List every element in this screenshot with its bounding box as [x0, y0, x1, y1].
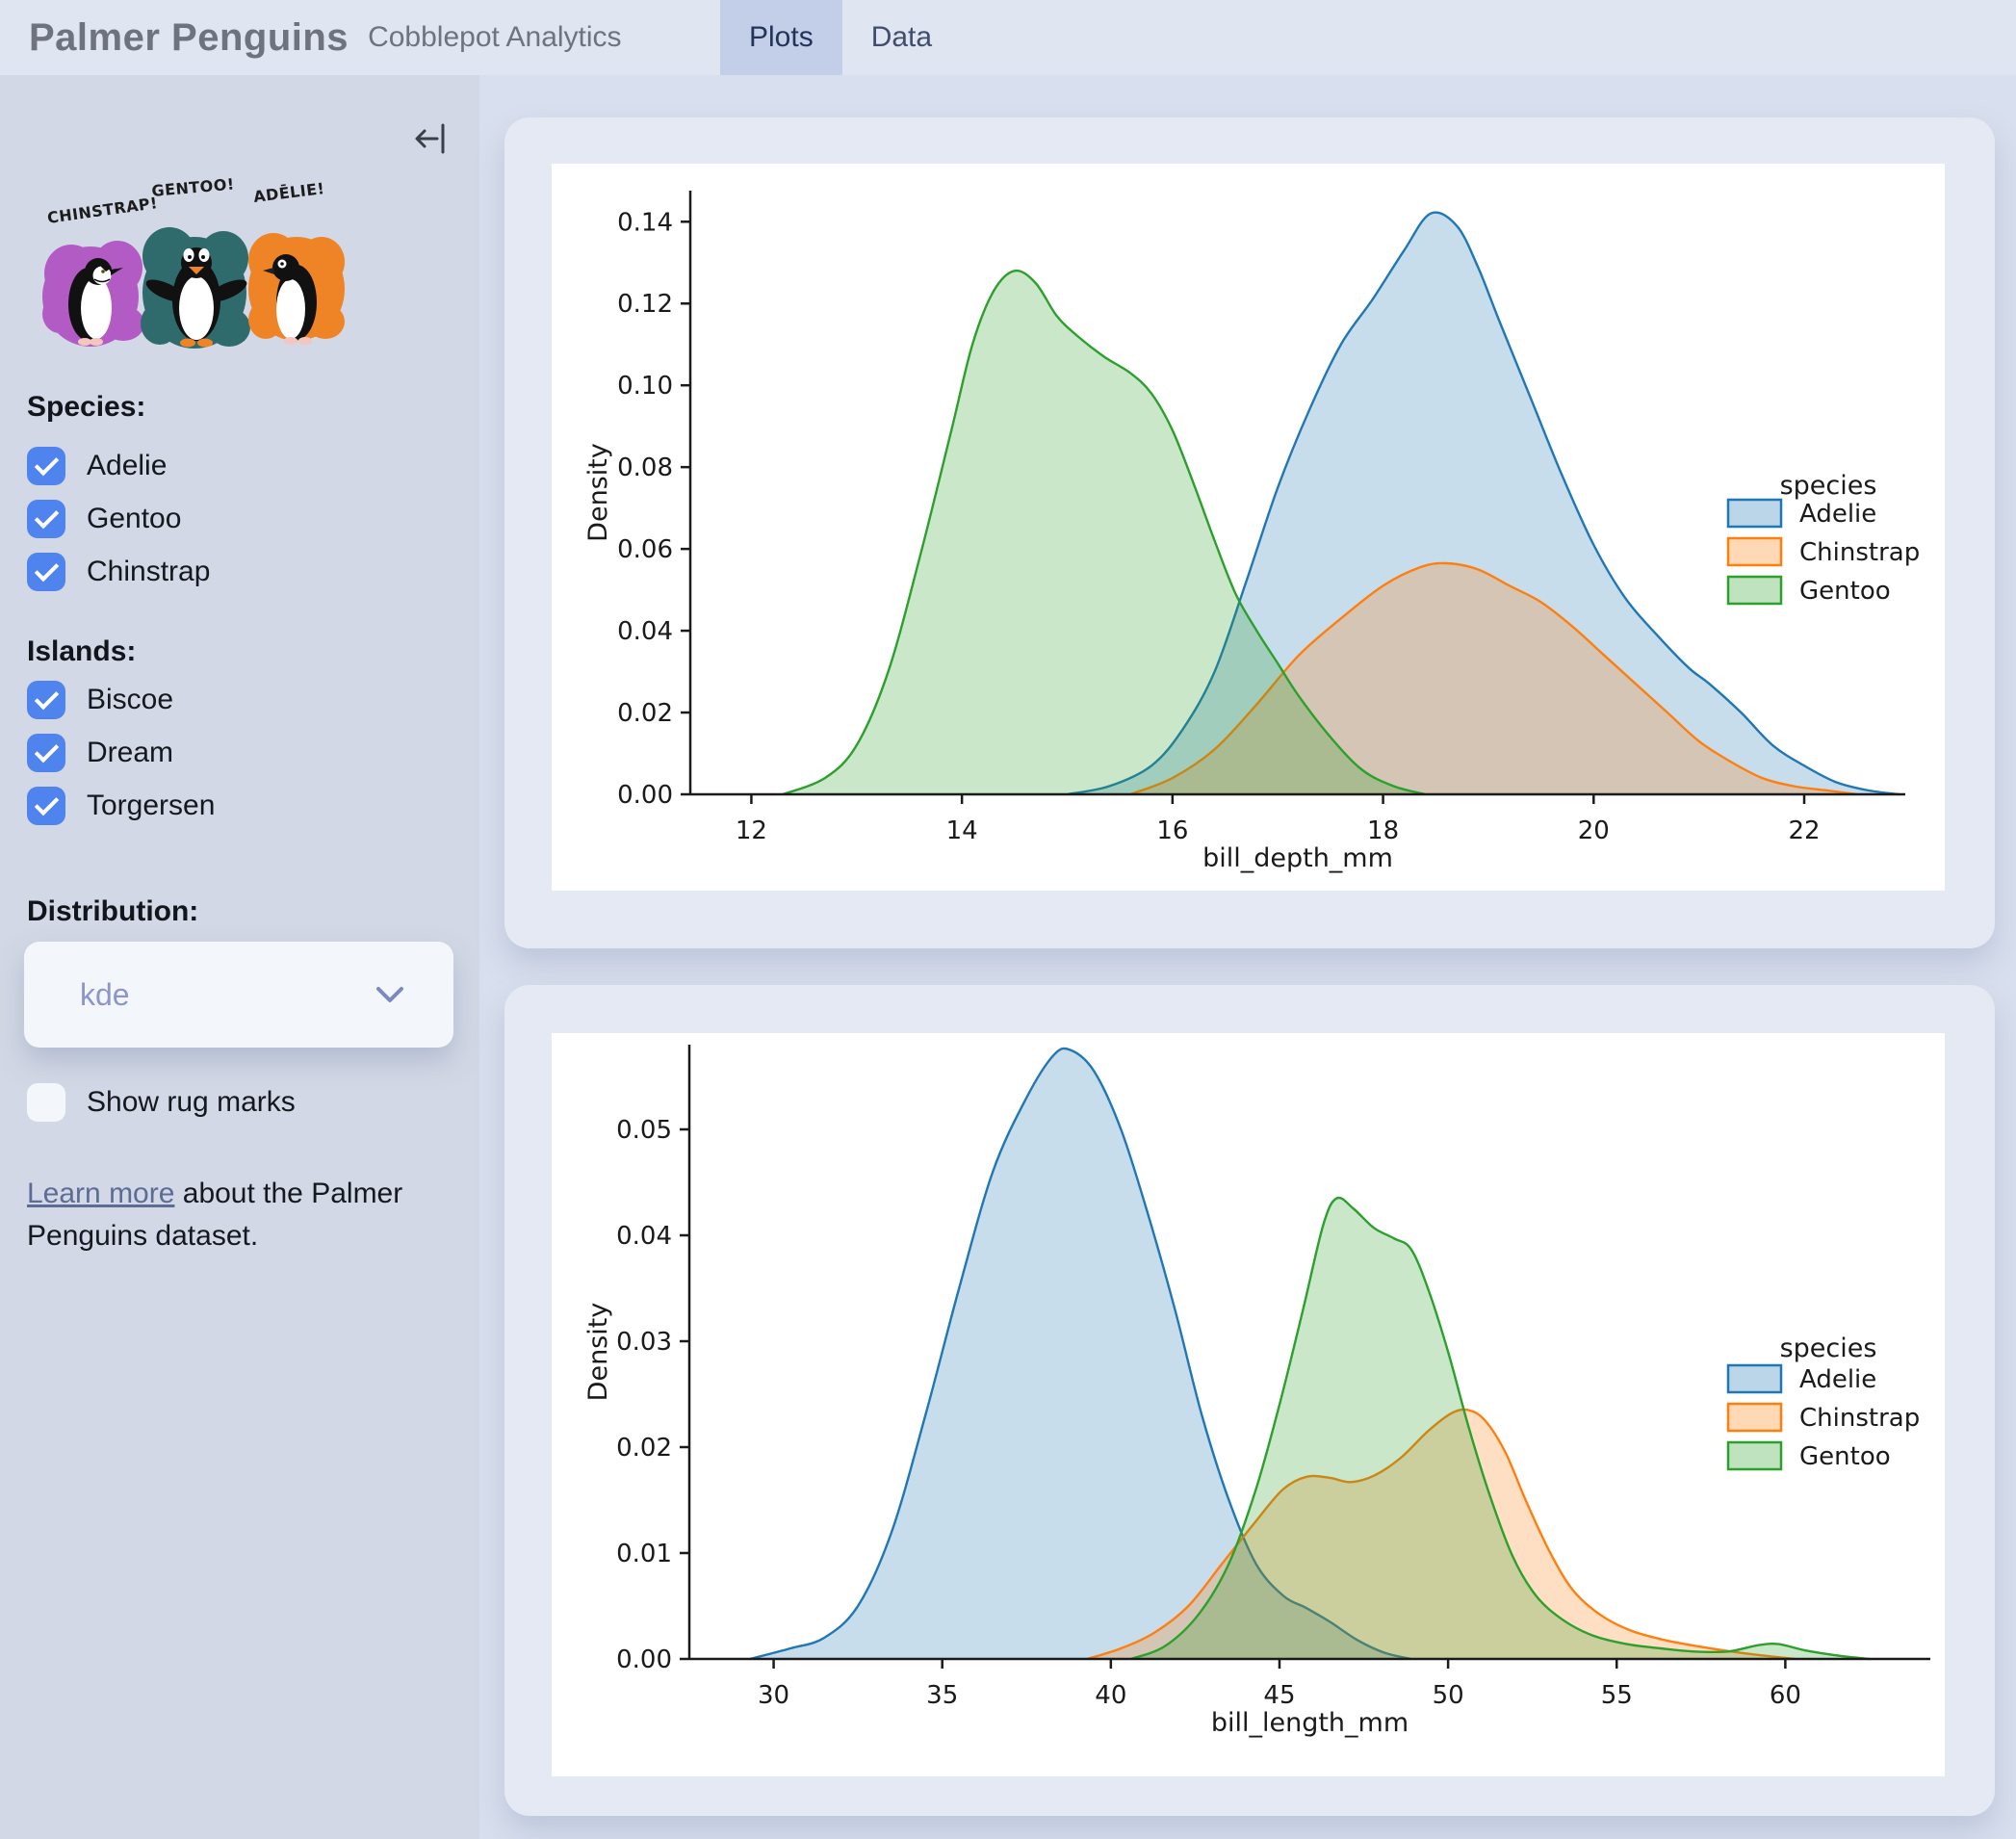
bill-depth-card: 12 14 16 18 20 22 0.00 0.02 0.04 0.06 0.08 0.10 0.12…	[504, 117, 1995, 948]
kde-chart-bill_depth_mm: 12 14 16 18 20 22 0.00 0.02 0.04 0.06 0.08 0.10 0.12…	[583, 191, 1920, 873]
distribution-selected-value: kde	[80, 976, 130, 1012]
x-tick-label: 40	[1095, 1681, 1126, 1710]
y-tick-label: 0.04	[616, 1222, 672, 1251]
legend-patch-chinstrap	[1726, 536, 1783, 567]
legend-patch-chinstrap	[1726, 1402, 1783, 1433]
checkbox-label: Torgersen	[87, 790, 216, 821]
checkbox-dream[interactable]	[27, 734, 65, 772]
rug-marks-row[interactable]: Show rug marks	[27, 1082, 296, 1123]
species-checkbox-row-gentoo[interactable]: Gentoo	[27, 499, 181, 539]
x-tick-label: 18	[1367, 816, 1399, 845]
y-tick-label: 0.06	[617, 535, 673, 564]
islands-heading: Islands:	[27, 635, 137, 667]
checkbox-label: Chinstrap	[87, 556, 211, 587]
y-tick-label: 0.05	[616, 1116, 672, 1145]
x-tick-label: 35	[926, 1681, 958, 1710]
penguin-artwork-image: CHINSTRAP! GENTOO! ADĒLIE!	[42, 175, 345, 349]
y-tick-label: 0.00	[616, 1645, 672, 1674]
legend-title: species	[1780, 1334, 1877, 1363]
y-axis-label: Density	[583, 1303, 613, 1402]
islands-checkbox-row-torgersen[interactable]: Torgersen	[27, 786, 215, 826]
legend-label-gentoo: Gentoo	[1799, 1442, 1891, 1471]
bill-length-card: 30 35 40 45 50 55 60 0.00 0.01 0.02 0.03 0.04 0.05 bi…	[504, 985, 1995, 1816]
checkbox-chinstrap[interactable]	[27, 553, 65, 591]
checkbox-label: Biscoe	[87, 684, 174, 715]
y-tick-label: 0.02	[617, 699, 673, 728]
brand: Palmer Penguins Cobblepot Analytics	[29, 0, 622, 75]
legend-label-gentoo: Gentoo	[1799, 577, 1891, 606]
legend-patch-adelie	[1726, 498, 1783, 529]
chevron-down-icon	[376, 987, 403, 1002]
x-tick-label: 16	[1156, 816, 1188, 845]
bill-length-density-plot: 30 35 40 45 50 55 60 0.00 0.01 0.02 0.03 0.04 0.05 bi…	[552, 1033, 1945, 1776]
islands-checkbox-row-biscoe[interactable]: Biscoe	[27, 680, 173, 720]
app-title: Palmer Penguins	[29, 15, 349, 59]
chinstrap-label: CHINSTRAP!	[46, 194, 159, 227]
x-tick-label: 12	[736, 816, 767, 845]
y-tick-label: 0.01	[616, 1540, 672, 1568]
checkbox-gentoo[interactable]	[27, 500, 65, 538]
x-tick-label: 45	[1263, 1681, 1295, 1710]
y-tick-label: 0.12	[617, 290, 673, 319]
rug-marks-checkbox[interactable]	[27, 1083, 65, 1122]
x-tick-label: 55	[1601, 1681, 1633, 1710]
sidebar: CHINSTRAP! GENTOO! ADĒLIE! Species: Adel…	[0, 75, 479, 1839]
y-tick-label: 0.10	[617, 372, 673, 401]
islands-checkbox-row-dream[interactable]: Dream	[27, 733, 173, 773]
x-tick-label: 14	[946, 816, 978, 845]
species-heading: Species:	[27, 391, 146, 423]
y-tick-label: 0.02	[616, 1434, 672, 1463]
legend-label-adelie: Adelie	[1799, 500, 1876, 529]
x-tick-label: 20	[1578, 816, 1610, 845]
nav-tabs: Plots Data	[720, 0, 961, 75]
y-tick-label: 0.04	[617, 617, 673, 646]
species-checkbox-row-chinstrap[interactable]: Chinstrap	[27, 552, 210, 592]
checkbox-label: Gentoo	[87, 503, 182, 534]
collapse-left-icon	[415, 123, 445, 154]
legend-patch-gentoo	[1726, 575, 1783, 606]
learn-more-link[interactable]: Learn more	[27, 1178, 174, 1209]
x-axis-label: bill_length_mm	[1211, 1708, 1409, 1738]
x-tick-label: 30	[758, 1681, 789, 1710]
legend-label-chinstrap: Chinstrap	[1799, 538, 1920, 567]
rug-marks-label: Show rug marks	[87, 1086, 296, 1118]
bill-depth-density-plot: 12 14 16 18 20 22 0.00 0.02 0.04 0.06 0.08 0.10 0.12…	[552, 164, 1945, 891]
app-header: Palmer Penguins Cobblepot Analytics Plot…	[0, 0, 2016, 75]
tab-data[interactable]: Data	[842, 0, 961, 75]
y-tick-label: 0.03	[616, 1328, 672, 1357]
sidebar-collapse-button[interactable]	[410, 116, 456, 162]
gentoo-label: GENTOO!	[151, 175, 236, 200]
tab-plots[interactable]: Plots	[720, 0, 842, 75]
x-tick-label: 60	[1770, 1681, 1801, 1710]
species-checkbox-row-adelie[interactable]: Adelie	[27, 446, 167, 486]
y-tick-label: 0.08	[617, 453, 673, 482]
legend-patch-adelie	[1726, 1363, 1783, 1394]
legend-title: species	[1780, 471, 1877, 501]
checkbox-adelie[interactable]	[27, 447, 65, 485]
checkbox-torgersen[interactable]	[27, 787, 65, 825]
app-subtitle: Cobblepot Analytics	[368, 21, 622, 53]
x-tick-label: 50	[1433, 1681, 1464, 1710]
distribution-heading: Distribution:	[27, 895, 199, 927]
legend-label-chinstrap: Chinstrap	[1799, 1404, 1920, 1433]
kde-chart-bill_length_mm: 30 35 40 45 50 55 60 0.00 0.01 0.02 0.03 0.04 0.05 bi…	[583, 1045, 1930, 1738]
legend-patch-gentoo	[1726, 1440, 1783, 1471]
distribution-select[interactable]: kde	[24, 942, 453, 1048]
penguin-artwork: CHINSTRAP! GENTOO! ADĒLIE!	[35, 160, 358, 358]
dataset-footnote: Learn more about the Palmer Penguins dat…	[27, 1173, 451, 1256]
y-tick-label: 0.14	[617, 208, 673, 237]
adelie-label: ADĒLIE!	[252, 178, 325, 206]
checkbox-label: Dream	[87, 737, 174, 768]
x-axis-label: bill_depth_mm	[1202, 843, 1393, 873]
checkbox-label: Adelie	[87, 450, 168, 481]
y-axis-label: Density	[583, 443, 613, 542]
checkbox-biscoe[interactable]	[27, 681, 65, 719]
y-tick-label: 0.00	[617, 781, 673, 810]
legend-label-adelie: Adelie	[1799, 1365, 1876, 1394]
x-tick-label: 22	[1788, 816, 1820, 845]
